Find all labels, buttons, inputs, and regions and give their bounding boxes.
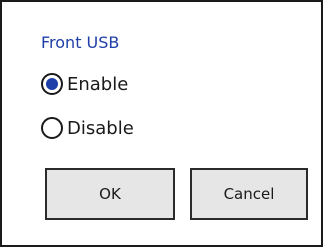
ok-button[interactable]: OK [45,168,175,220]
enable-label: Enable [67,73,129,95]
cancel-button[interactable]: Cancel [190,168,308,220]
dialog-title: Front USB [41,33,120,52]
enable-option[interactable]: Enable [41,71,128,97]
front-usb-dialog: Front USB Enable Disable OK Cancel [0,0,323,247]
disable-label: Disable [67,117,134,139]
enable-radio[interactable] [41,73,63,95]
disable-radio[interactable] [41,117,63,139]
disable-option[interactable]: Disable [41,115,134,141]
